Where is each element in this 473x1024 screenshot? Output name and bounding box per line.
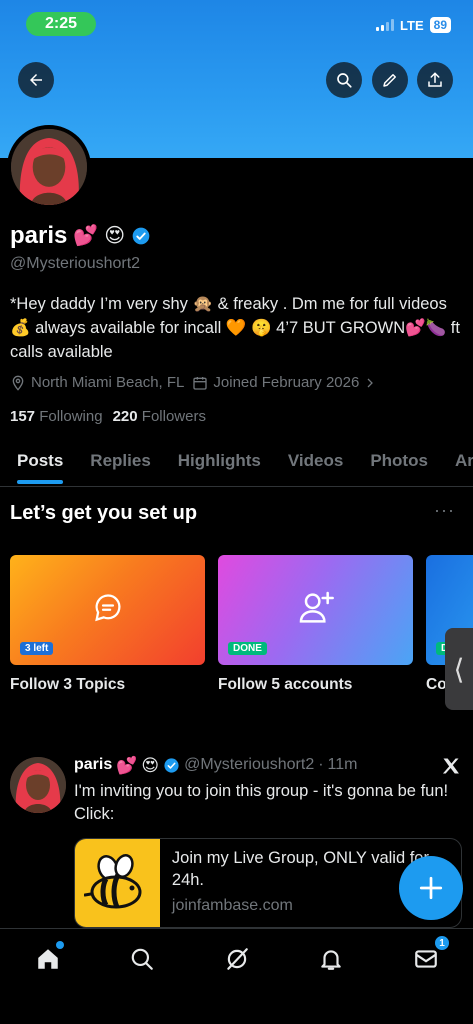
nav-messages[interactable]: 1 bbox=[410, 935, 450, 975]
share-upload-icon bbox=[428, 72, 442, 87]
mail-icon bbox=[415, 950, 437, 968]
chevron-right-icon bbox=[367, 378, 374, 387]
tab-highlights[interactable]: Highlights bbox=[178, 445, 261, 486]
tab-photos[interactable]: Photos bbox=[370, 445, 428, 486]
setup-card-label: Co bbox=[426, 676, 447, 693]
share-button[interactable] bbox=[417, 62, 453, 98]
joined-text: Joined February 2026 bbox=[213, 374, 360, 391]
location-text: North Miami Beach, FL bbox=[31, 374, 185, 391]
following-link[interactable]: 157 Following bbox=[10, 408, 103, 425]
post-separator: · bbox=[318, 756, 324, 773]
card-badge: DONE bbox=[228, 642, 267, 655]
messages-badge: 1 bbox=[434, 935, 450, 951]
post-header: paris 💕 😍 @Mysterioushort2 · 11m bbox=[74, 756, 357, 774]
plus-icon bbox=[419, 876, 443, 900]
name-emoji: 😍 bbox=[104, 225, 126, 247]
tab-videos[interactable]: Videos bbox=[288, 445, 343, 486]
battery-icon: 89 bbox=[429, 17, 451, 33]
tab-posts[interactable]: Posts bbox=[17, 445, 64, 486]
post-author-handle: @Mysterioushort2 bbox=[184, 756, 315, 773]
following-label: Following bbox=[39, 408, 103, 425]
tab-articles[interactable]: Art bbox=[455, 445, 473, 486]
card-badge: 3 left bbox=[20, 642, 54, 655]
post-name-emoji: 💕 bbox=[116, 755, 138, 775]
setup-card-label: Follow 3 Topics bbox=[10, 676, 126, 693]
followers-count: 220 bbox=[112, 408, 138, 425]
side-panel-handle[interactable]: ⟨ bbox=[445, 628, 473, 710]
following-count: 157 bbox=[10, 408, 36, 425]
home-icon bbox=[38, 949, 58, 969]
profile-tabs: Posts Replies Highlights Videos Photos A… bbox=[0, 445, 473, 487]
topics-chat-icon bbox=[94, 594, 120, 622]
joined-date[interactable]: Joined February 2026 bbox=[192, 374, 376, 391]
status-time: 2:25 bbox=[26, 12, 96, 36]
grok-icon bbox=[227, 948, 248, 970]
search-icon bbox=[337, 73, 352, 88]
bell-icon bbox=[321, 950, 341, 970]
profile-handle: @Mysterioushort2 bbox=[10, 255, 141, 272]
status-indicators: LTE 89 bbox=[376, 17, 451, 33]
followers-label: Followers bbox=[141, 408, 206, 425]
setup-title: Let’s get you set up bbox=[10, 502, 198, 524]
verified-badge-icon bbox=[164, 757, 179, 773]
pencil-icon bbox=[383, 74, 396, 87]
nav-search[interactable] bbox=[126, 943, 158, 975]
nav-home[interactable] bbox=[32, 941, 64, 975]
x-logo-icon bbox=[442, 758, 459, 774]
location: North Miami Beach, FL bbox=[10, 374, 184, 391]
post-text: I'm inviting you to join this group - it… bbox=[74, 782, 449, 823]
compose-button[interactable] bbox=[399, 856, 463, 920]
setup-card-label: Follow 5 accounts bbox=[218, 676, 353, 693]
arrow-left-icon bbox=[30, 74, 42, 86]
search-button[interactable] bbox=[326, 62, 362, 98]
profile-name-row: paris 💕 😍 bbox=[10, 222, 151, 250]
post-author-name[interactable]: paris bbox=[74, 756, 112, 774]
edit-button[interactable] bbox=[372, 62, 408, 98]
profile-meta: North Miami Beach, FL Joined February 20… bbox=[10, 374, 376, 391]
tab-replies[interactable]: Replies bbox=[90, 445, 150, 486]
back-button[interactable] bbox=[18, 62, 54, 98]
profile-avatar[interactable] bbox=[7, 125, 91, 209]
bee-icon bbox=[84, 854, 142, 909]
follow-stats: 157 Following 220 Followers bbox=[10, 408, 206, 425]
network-label: LTE bbox=[400, 17, 424, 33]
nav-notifications[interactable] bbox=[315, 943, 347, 975]
bottom-nav: 1 bbox=[0, 928, 473, 1024]
profile-name: paris bbox=[10, 222, 68, 249]
home-notification-dot bbox=[56, 941, 64, 949]
followers-link[interactable]: 220 Followers bbox=[113, 408, 206, 425]
post-avatar[interactable] bbox=[10, 757, 66, 813]
add-user-icon bbox=[299, 591, 334, 623]
post-time: 11m bbox=[327, 756, 358, 773]
signal-icon bbox=[376, 19, 395, 31]
calendar-icon bbox=[193, 376, 208, 390]
profile-bio: *Hey daddy I’m very shy 🙊 & freaky . Dm … bbox=[10, 295, 460, 361]
location-pin-icon bbox=[12, 375, 24, 391]
nav-grok[interactable] bbox=[221, 943, 253, 975]
post-name-emoji: 😍 bbox=[141, 755, 160, 775]
name-emoji: 💕 bbox=[73, 225, 99, 247]
search-icon bbox=[131, 948, 153, 970]
link-thumbnail bbox=[75, 839, 160, 927]
verified-badge-icon bbox=[132, 227, 150, 245]
setup-card-topics[interactable]: 3 left bbox=[10, 555, 205, 665]
setup-card-accounts[interactable]: DONE bbox=[218, 555, 413, 665]
more-options-icon[interactable]: ··· bbox=[434, 500, 455, 521]
